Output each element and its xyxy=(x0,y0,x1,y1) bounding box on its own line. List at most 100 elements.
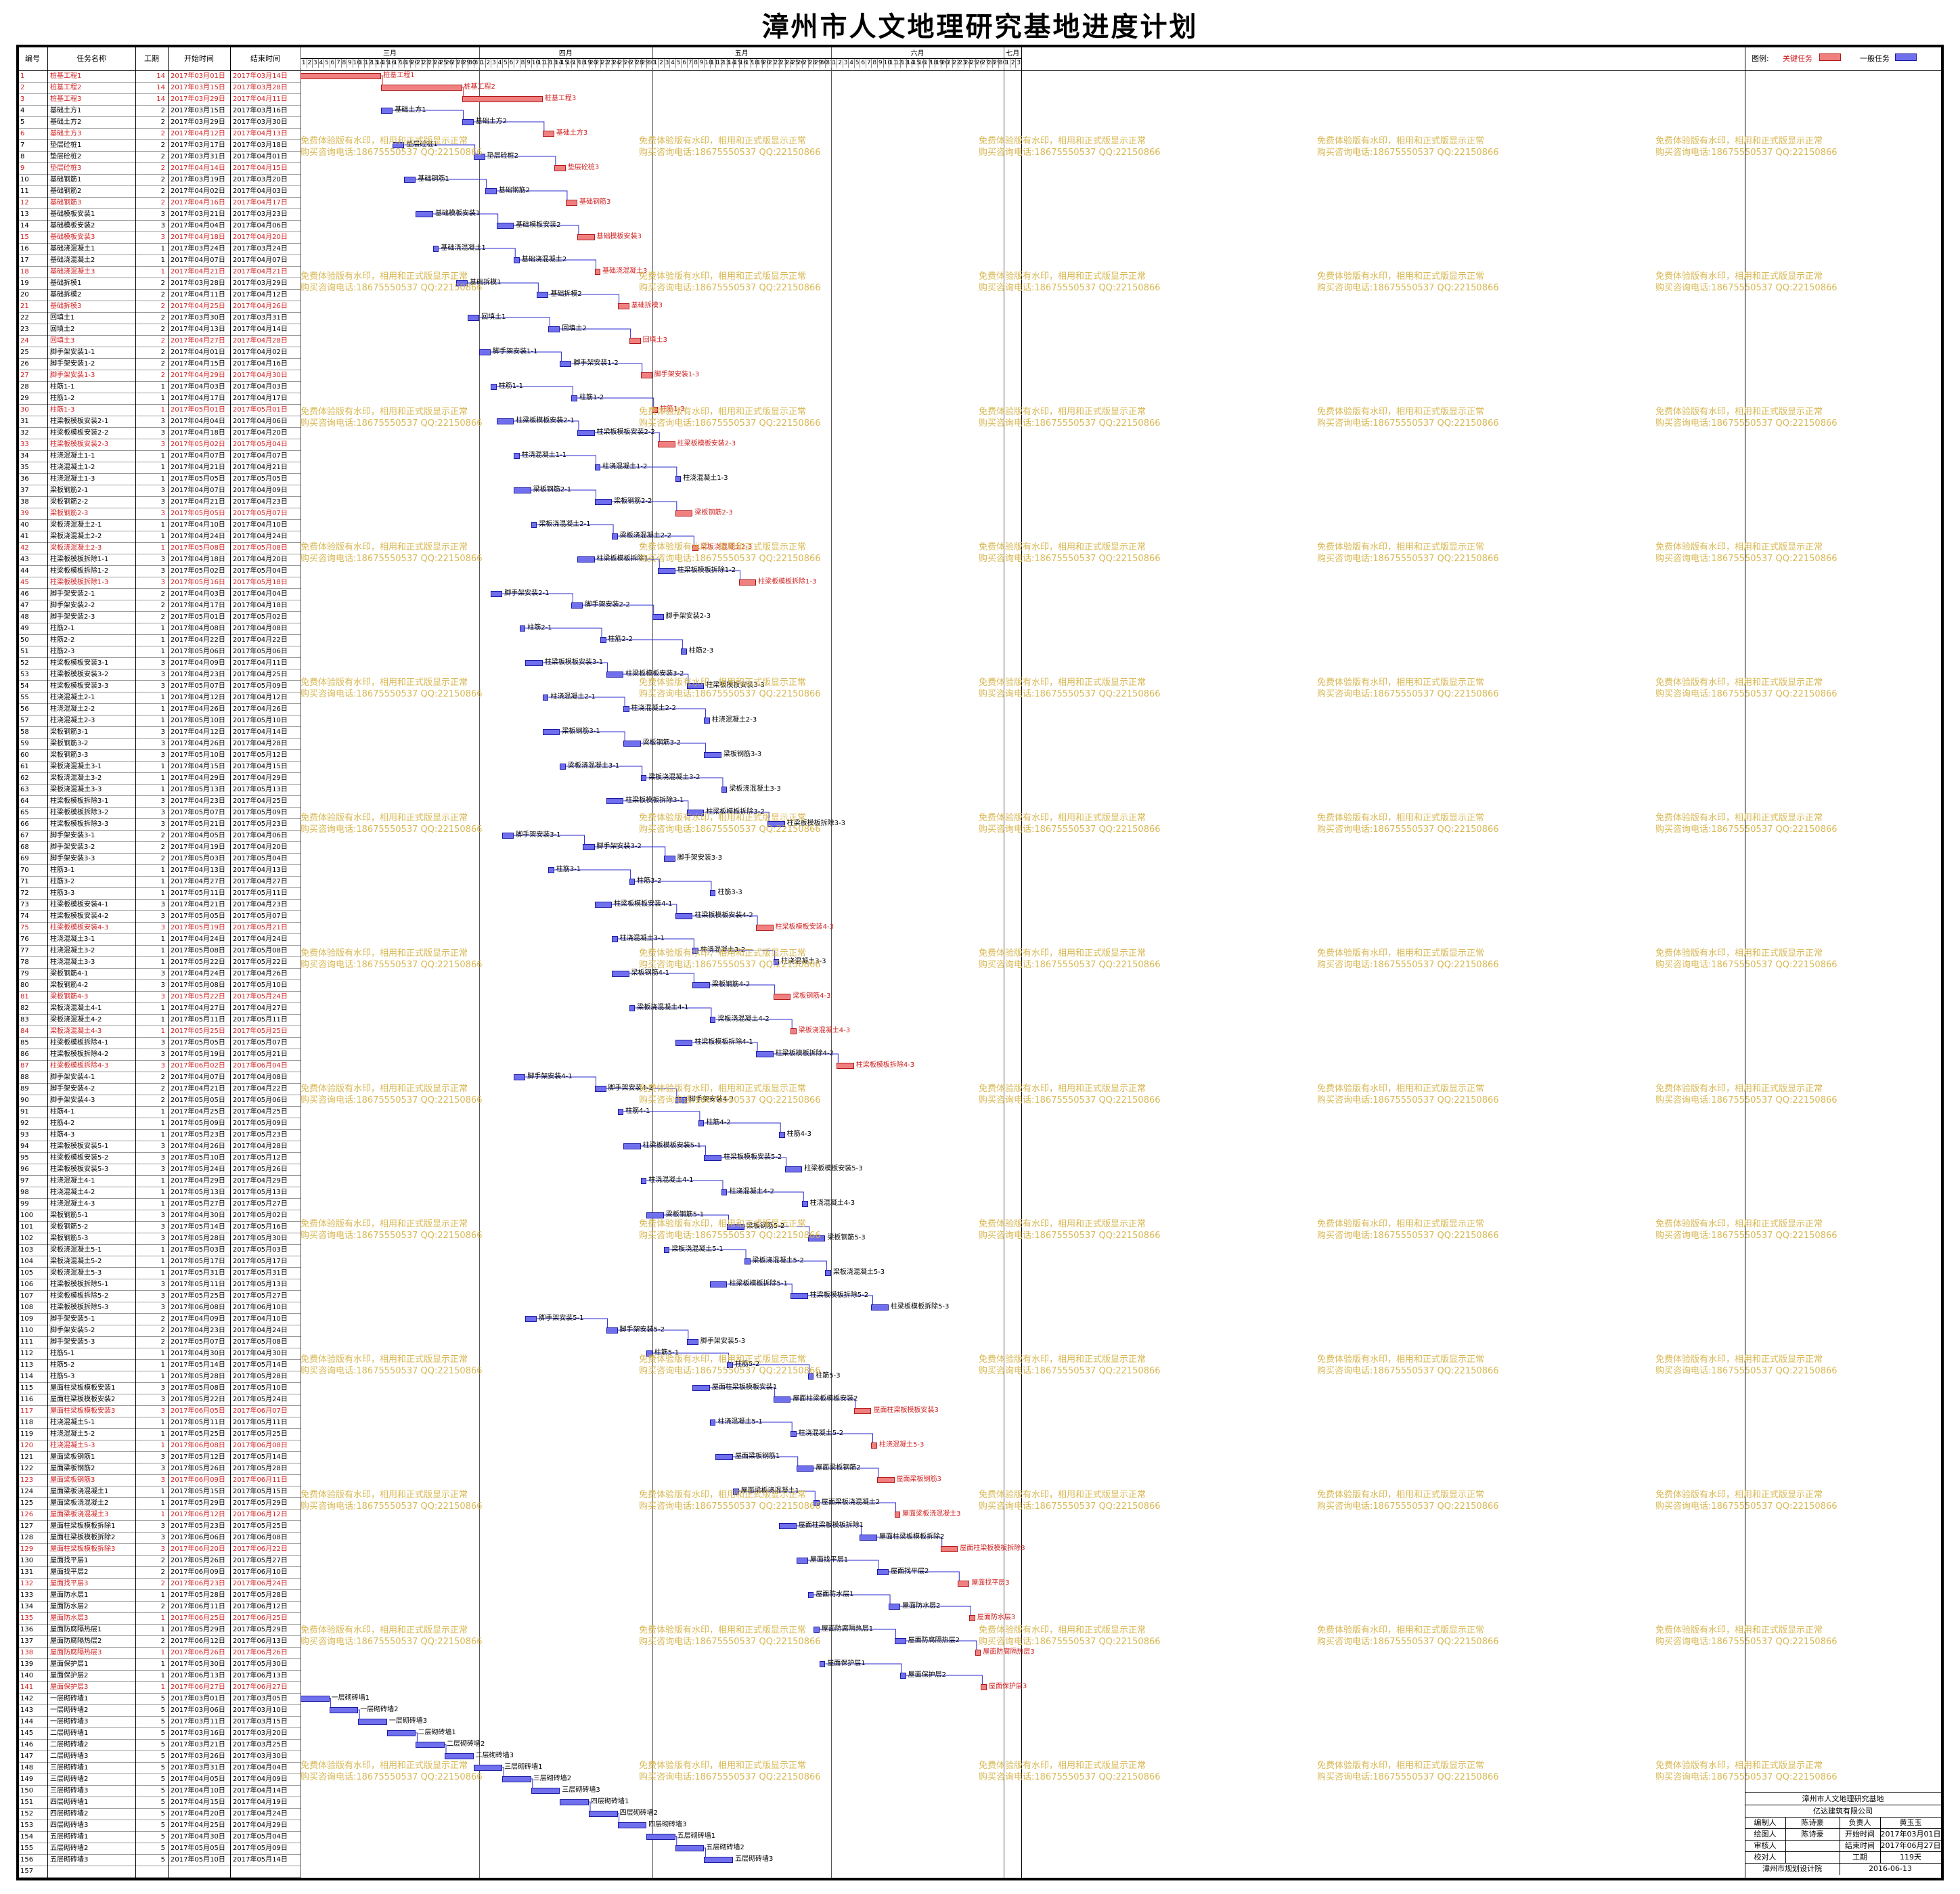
gantt-bar[interactable] xyxy=(485,188,497,194)
gantt-bar[interactable] xyxy=(744,1258,751,1264)
gantt-bar[interactable] xyxy=(623,741,641,747)
gantt-bar[interactable] xyxy=(981,1684,987,1690)
gantt-bar[interactable] xyxy=(802,1201,808,1207)
gantt-bar[interactable] xyxy=(784,1166,803,1172)
gantt-bar[interactable] xyxy=(491,384,497,390)
gantt-bar[interactable] xyxy=(692,1385,710,1391)
gantt-bar[interactable] xyxy=(704,1155,721,1161)
gantt-bar[interactable] xyxy=(560,1799,589,1805)
gantt-bar[interactable] xyxy=(704,718,710,724)
gantt-bar[interactable] xyxy=(496,223,514,229)
gantt-bar[interactable] xyxy=(686,1339,698,1345)
gantt-bar[interactable] xyxy=(889,1604,901,1610)
gantt-bar[interactable] xyxy=(617,1822,647,1828)
gantt-bar[interactable] xyxy=(790,1293,808,1299)
gantt-bar[interactable] xyxy=(773,1396,791,1403)
gantt-bar[interactable] xyxy=(502,833,514,839)
gantt-bar[interactable] xyxy=(577,234,595,240)
gantt-bar[interactable] xyxy=(675,510,693,516)
gantt-bar[interactable] xyxy=(894,1512,901,1518)
gantt-bar[interactable] xyxy=(381,108,393,114)
gantt-bar[interactable] xyxy=(675,1040,693,1046)
gantt-bar[interactable] xyxy=(675,913,693,919)
gantt-bar[interactable] xyxy=(548,867,554,873)
gantt-bar[interactable] xyxy=(658,568,675,574)
gantt-bar[interactable] xyxy=(577,556,595,563)
gantt-bar[interactable] xyxy=(358,1719,387,1725)
gantt-bar[interactable] xyxy=(958,1581,970,1587)
gantt-bar[interactable] xyxy=(432,246,439,252)
gantt-bar[interactable] xyxy=(877,1477,895,1483)
gantt-bar[interactable] xyxy=(300,1696,330,1702)
gantt-bar[interactable] xyxy=(583,844,595,850)
gantt-bar[interactable] xyxy=(554,165,566,171)
gantt-bar[interactable] xyxy=(445,1753,474,1759)
gantt-bar[interactable] xyxy=(468,315,480,321)
gantt-bar[interactable] xyxy=(560,361,572,367)
gantt-bar[interactable] xyxy=(877,1569,889,1575)
gantt-bar[interactable] xyxy=(462,96,543,102)
gantt-bar[interactable] xyxy=(606,671,624,678)
gantt-bar[interactable] xyxy=(571,602,583,609)
gantt-bar[interactable] xyxy=(514,1074,526,1080)
gantt-bar[interactable] xyxy=(796,1558,808,1564)
gantt-bar[interactable] xyxy=(514,487,531,493)
gantt-bar[interactable] xyxy=(629,879,636,885)
gantt-bar[interactable] xyxy=(871,1442,877,1449)
gantt-bar[interactable] xyxy=(548,326,560,332)
gantt-bar[interactable] xyxy=(663,856,675,862)
gantt-bar[interactable] xyxy=(571,395,577,401)
gantt-bar[interactable] xyxy=(796,1466,814,1472)
gantt-bar[interactable] xyxy=(462,119,474,125)
gantt-bar[interactable] xyxy=(542,131,554,137)
gantt-bar[interactable] xyxy=(721,1189,728,1195)
gantt-bar[interactable] xyxy=(617,1109,624,1115)
gantt-bar[interactable] xyxy=(606,798,624,804)
gantt-bar[interactable] xyxy=(404,177,416,183)
gantt-bar[interactable] xyxy=(560,764,566,770)
gantt-bar[interactable] xyxy=(790,1431,797,1437)
gantt-bar[interactable] xyxy=(502,1776,531,1782)
gantt-bar[interactable] xyxy=(623,706,629,712)
gantt-bar[interactable] xyxy=(416,1742,445,1748)
gantt-bar[interactable] xyxy=(975,1650,981,1656)
gantt-bar[interactable] xyxy=(756,925,774,931)
gantt-bar[interactable] xyxy=(600,637,606,643)
gantt-bar[interactable] xyxy=(790,1028,797,1034)
gantt-bar[interactable] xyxy=(652,614,664,620)
gantt-bar[interactable] xyxy=(640,775,647,781)
gantt-bar[interactable] xyxy=(329,1707,359,1713)
gantt-bar[interactable] xyxy=(837,1063,854,1069)
gantt-bar[interactable] xyxy=(681,648,687,655)
gantt-bar[interactable] xyxy=(514,453,520,459)
gantt-bar[interactable] xyxy=(819,1661,826,1667)
gantt-bar[interactable] xyxy=(514,257,520,263)
gantt-bar[interactable] xyxy=(969,1615,975,1621)
gantt-bar[interactable] xyxy=(629,338,641,344)
gantt-bar[interactable] xyxy=(779,1132,785,1138)
gantt-bar[interactable] xyxy=(779,1523,797,1529)
gantt-bar[interactable] xyxy=(531,1788,560,1794)
gantt-bar[interactable] xyxy=(629,1005,636,1011)
gantt-bar[interactable] xyxy=(738,579,757,586)
gantt-bar[interactable] xyxy=(756,1051,774,1057)
gantt-bar[interactable] xyxy=(386,1730,416,1736)
gantt-bar[interactable] xyxy=(807,1592,814,1598)
gantt-bar[interactable] xyxy=(623,1143,641,1149)
gantt-bar[interactable] xyxy=(773,994,791,1000)
gantt-bar[interactable] xyxy=(416,211,433,217)
gantt-bar[interactable] xyxy=(675,1845,705,1851)
gantt-bar[interactable] xyxy=(542,695,549,701)
gantt-bar[interactable] xyxy=(525,660,543,666)
gantt-bar[interactable] xyxy=(940,1546,958,1552)
gantt-bar[interactable] xyxy=(825,1270,831,1276)
gantt-bar[interactable] xyxy=(381,85,462,91)
gantt-bar[interactable] xyxy=(698,1120,705,1126)
gantt-bar[interactable] xyxy=(853,1408,872,1414)
gantt-bar[interactable] xyxy=(871,1304,889,1311)
gantt-bar[interactable] xyxy=(709,1017,716,1023)
gantt-bar[interactable] xyxy=(663,1247,670,1253)
gantt-bar[interactable] xyxy=(894,1638,906,1644)
gantt-bar[interactable] xyxy=(640,372,652,378)
gantt-bar[interactable] xyxy=(612,971,629,977)
